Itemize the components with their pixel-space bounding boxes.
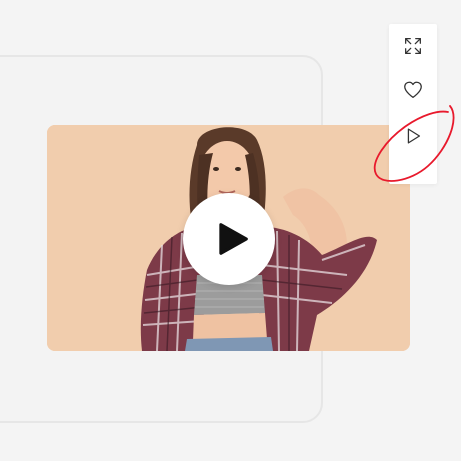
play-icon (219, 223, 248, 255)
canvas (0, 0, 461, 461)
video-player[interactable] (47, 125, 410, 351)
heart-icon (404, 81, 422, 98)
play-overlay-button[interactable] (183, 193, 275, 285)
play-icon (407, 128, 421, 144)
side-toolbar (389, 24, 437, 184)
expand-icon (405, 38, 421, 54)
like-button[interactable] (389, 68, 437, 112)
play-button[interactable] (389, 114, 437, 158)
expand-button[interactable] (389, 24, 437, 68)
